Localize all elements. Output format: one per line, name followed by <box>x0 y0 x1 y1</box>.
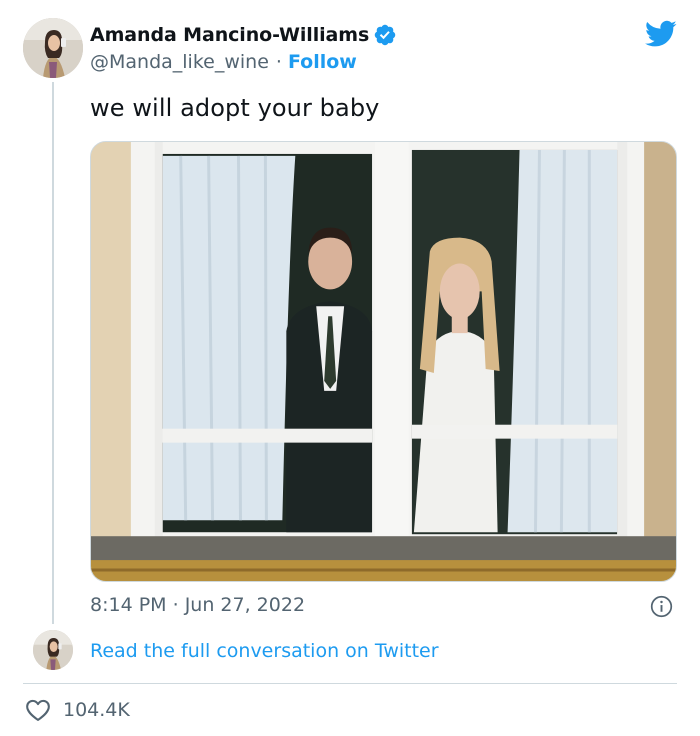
author-handle[interactable]: @Manda_like_wine <box>90 51 269 73</box>
handle-separator: · <box>275 51 282 73</box>
verified-badge-icon <box>374 24 396 46</box>
read-conversation-link[interactable]: Read the full conversation on Twitter <box>90 640 439 662</box>
tweet-date: Jun 27, 2022 <box>184 594 306 616</box>
like-count: 104.4K <box>63 699 130 721</box>
author-name[interactable]: Amanda Mancino-Williams <box>90 24 369 46</box>
divider <box>23 683 677 684</box>
follow-button[interactable]: Follow <box>288 51 357 73</box>
like-button[interactable]: 104.4K <box>25 698 130 722</box>
info-icon[interactable] <box>650 595 673 618</box>
heart-icon <box>26 699 50 721</box>
tweet-time: 8:14 PM <box>90 594 167 616</box>
author-avatar[interactable] <box>23 18 83 78</box>
tweet-author-block: Amanda Mancino-Williams @Manda_like_wine… <box>90 22 397 75</box>
timestamp-separator: · <box>172 594 179 616</box>
tweet-media-photo[interactable] <box>90 141 677 582</box>
thread-connector-line <box>52 82 54 624</box>
conversation-avatar[interactable] <box>33 630 73 670</box>
tweet-timestamp[interactable]: 8:14 PM · Jun 27, 2022 <box>90 594 305 616</box>
tweet-text: we will adopt your baby <box>90 94 380 122</box>
twitter-bird-icon[interactable] <box>645 20 677 48</box>
